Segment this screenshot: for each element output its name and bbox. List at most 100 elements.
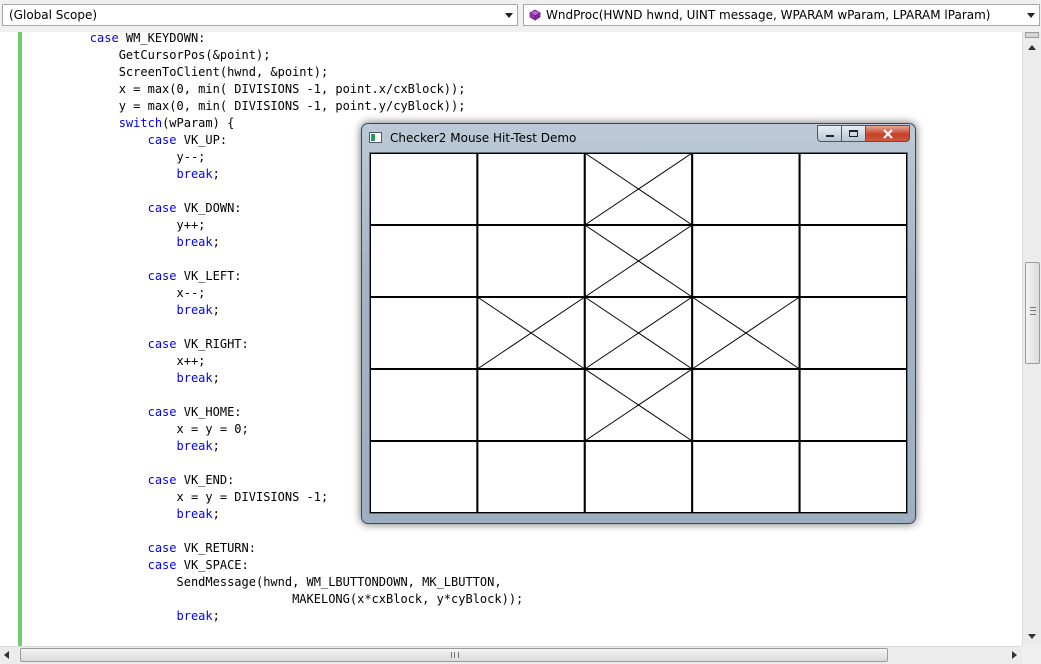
vertical-scroll-thumb[interactable]	[1025, 262, 1040, 364]
vertical-scrollbar[interactable]	[1022, 32, 1041, 646]
cell-border	[370, 296, 479, 370]
grid-cell[interactable]	[798, 224, 907, 298]
horizontal-scroll-thumb[interactable]	[20, 648, 888, 662]
keyword-token: break	[176, 303, 213, 317]
close-button[interactable]	[865, 125, 910, 142]
checker-grid-area[interactable]	[369, 152, 908, 514]
grid-cell[interactable]	[370, 296, 479, 370]
code-line[interactable]: x = y = 0;	[32, 421, 248, 438]
grip-icon	[1030, 307, 1036, 315]
grid-cell[interactable]	[691, 368, 801, 442]
grid-cell[interactable]	[370, 153, 479, 226]
code-line[interactable]: break;	[32, 370, 220, 387]
code-line[interactable]: break;	[32, 302, 220, 319]
code-line[interactable]: case VK_HOME:	[32, 404, 242, 421]
keyword-token: break	[176, 235, 213, 249]
chevron-down-icon[interactable]	[505, 13, 513, 18]
grid-cell[interactable]	[370, 440, 479, 513]
code-line[interactable]: x--;	[32, 285, 205, 302]
code-line[interactable]: case VK_DOWN:	[32, 200, 242, 217]
demo-window[interactable]: Checker2 Mouse Hit-Test Demo	[361, 123, 916, 524]
code-line[interactable]: case VK_END:	[32, 472, 235, 489]
code-line[interactable]: break;	[32, 438, 220, 455]
grid-cell[interactable]	[476, 224, 586, 298]
caption-buttons	[817, 125, 910, 143]
grid-cell[interactable]	[476, 368, 586, 442]
grid-cell[interactable]	[798, 440, 907, 513]
app-window-icon[interactable]	[369, 132, 382, 143]
navigation-bar: (Global Scope) WndProc(HWND hwnd, UINT m…	[0, 0, 1041, 32]
scroll-down-button[interactable]	[1023, 628, 1041, 645]
grid-cell[interactable]	[798, 368, 907, 442]
keyword-token: case	[147, 269, 177, 283]
code-line[interactable]: x = max(0, min( DIVISIONS -1, point.x/cx…	[32, 81, 466, 98]
grid-cell[interactable]	[691, 224, 801, 298]
code-line[interactable]: case VK_RIGHT:	[32, 336, 249, 353]
chevron-down-icon[interactable]	[1027, 13, 1035, 18]
code-token: VK_HOME:	[176, 405, 242, 419]
grid-cell[interactable]	[798, 296, 907, 370]
grid-cell[interactable]	[476, 296, 586, 370]
arrow-left-icon[interactable]	[4, 651, 9, 659]
code-line[interactable]: case VK_UP:	[32, 132, 227, 149]
code-token: ;	[212, 167, 220, 181]
grid-cell[interactable]	[476, 440, 586, 513]
grid-cell[interactable]	[798, 153, 907, 226]
splitter-handle[interactable]	[1025, 32, 1039, 38]
horizontal-scrollbar[interactable]	[0, 646, 1041, 664]
code-line[interactable]: y--;	[32, 149, 205, 166]
maximize-button[interactable]	[841, 125, 866, 142]
code-line[interactable]: x = y = DIVISIONS -1;	[32, 489, 328, 506]
cell-border	[583, 440, 694, 513]
code-token: ScreenToClient(hwnd, &point);	[32, 65, 329, 79]
grid-cell[interactable]	[370, 224, 479, 298]
grid-cell[interactable]	[691, 153, 801, 226]
code-line[interactable]: GetCursorPos(&point);	[32, 47, 271, 64]
code-line[interactable]: ScreenToClient(hwnd, &point);	[32, 64, 329, 81]
grid-cell[interactable]	[583, 153, 694, 226]
code-line[interactable]: y++;	[32, 217, 205, 234]
code-line[interactable]: case WM_KEYDOWN:	[32, 32, 206, 47]
grid-cell[interactable]	[370, 368, 479, 442]
grid-cell[interactable]	[691, 296, 801, 370]
code-token: ;	[212, 609, 220, 623]
grid-cell[interactable]	[583, 224, 694, 298]
cell-border	[798, 440, 907, 513]
checker-grid[interactable]	[370, 153, 907, 513]
cell-border	[798, 224, 907, 298]
code-line[interactable]: SendMessage(hwnd, WM_LBUTTONDOWN, MK_LBU…	[32, 574, 501, 591]
scope-dropdown[interactable]: (Global Scope)	[2, 4, 518, 26]
code-line[interactable]: case VK_RETURN:	[32, 540, 256, 557]
scrollbar-corner	[1022, 646, 1041, 664]
code-line[interactable]: case VK_LEFT:	[32, 268, 242, 285]
code-line[interactable]: case VK_SPACE:	[32, 557, 249, 574]
grid-cell[interactable]	[476, 153, 586, 226]
grid-cell[interactable]	[583, 440, 694, 513]
cell-border	[691, 224, 801, 298]
code-token: VK_DOWN:	[176, 201, 242, 215]
grid-cell[interactable]	[583, 296, 694, 370]
scope-dropdown-value: (Global Scope)	[9, 8, 98, 22]
grid-cell[interactable]	[583, 368, 694, 442]
function-dropdown[interactable]: WndProc(HWND hwnd, UINT message, WPARAM …	[523, 4, 1040, 26]
code-line[interactable]: MAKELONG(x*cxBlock, y*cyBlock));	[32, 591, 523, 608]
code-line[interactable]: break;	[32, 166, 220, 183]
minimize-button[interactable]	[817, 125, 842, 142]
code-line[interactable]: break;	[32, 608, 220, 625]
code-line[interactable]: y = max(0, min( DIVISIONS -1, point.y/cy…	[32, 98, 466, 115]
grid-cell[interactable]	[691, 440, 801, 513]
code-line[interactable]: switch(wParam) {	[32, 115, 235, 132]
code-line[interactable]: break;	[32, 234, 220, 251]
keyword-token: break	[176, 507, 213, 521]
arrow-right-icon[interactable]	[1012, 651, 1017, 659]
code-token: ;	[212, 235, 220, 249]
code-line[interactable]: break;	[32, 506, 220, 523]
arrow-up-icon	[1028, 45, 1036, 50]
code-line[interactable]: x++;	[32, 353, 205, 370]
scroll-up-button[interactable]	[1023, 39, 1041, 56]
